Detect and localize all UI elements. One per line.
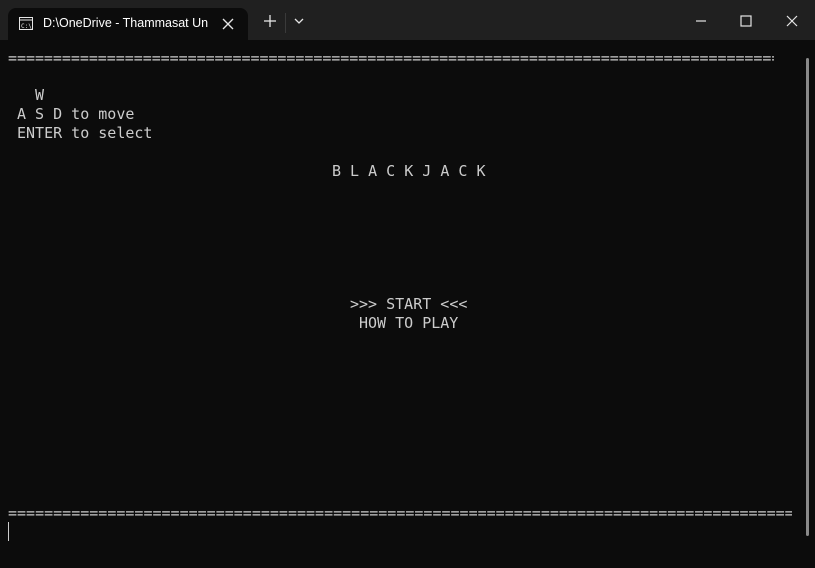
chevron-down-icon[interactable]: [290, 12, 308, 30]
minimize-icon[interactable]: [690, 10, 712, 32]
close-tab-icon[interactable]: [218, 14, 238, 34]
tab-terminal[interactable]: C:\ D:\OneDrive - Thammasat Un: [8, 8, 248, 40]
terminal-icon: C:\: [19, 17, 33, 30]
tab-separator: [285, 13, 286, 33]
menu-item-how-to-play: HOW TO PLAY: [359, 314, 459, 332]
svg-text:C:\: C:\: [21, 23, 32, 30]
game-title: B L A C K J A C K: [332, 162, 486, 180]
text-cursor: [8, 522, 9, 541]
close-window-icon[interactable]: [781, 10, 803, 32]
tab-title: D:\OneDrive - Thammasat Un: [43, 16, 209, 30]
menu-item-start: >>> START <<<: [350, 295, 468, 313]
top-divider: ========================================…: [8, 49, 774, 67]
bottom-divider: ========================================…: [8, 504, 792, 522]
terminal-output[interactable]: ========================================…: [0, 40, 815, 568]
scrollbar[interactable]: [806, 58, 809, 536]
controls-line-w: W: [17, 86, 45, 104]
controls-line-move: A S D to move: [17, 105, 135, 123]
title-bar: C:\ D:\OneDrive - Thammasat Un: [0, 0, 815, 40]
controls-line-select: ENTER to select: [17, 124, 153, 142]
new-tab-icon[interactable]: [261, 12, 279, 30]
maximize-icon[interactable]: [735, 10, 757, 32]
